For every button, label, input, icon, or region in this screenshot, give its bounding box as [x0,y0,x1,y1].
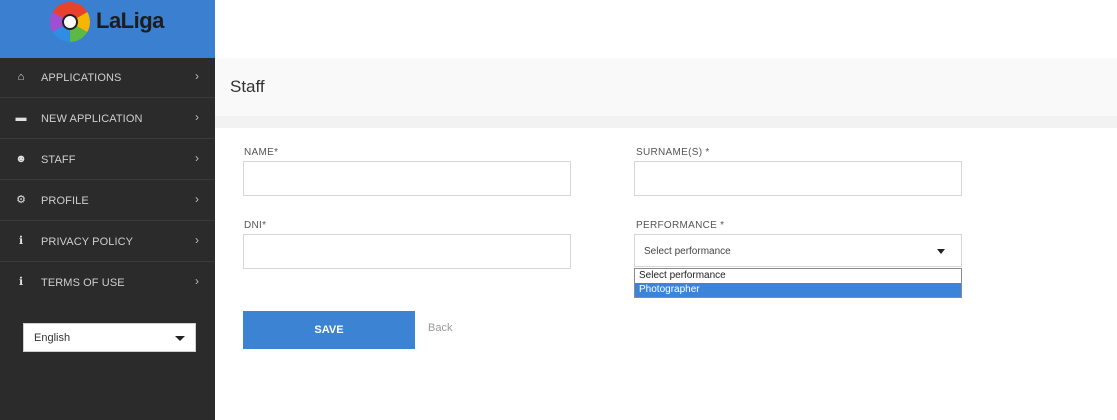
logo-area[interactable]: LaLiga [0,0,215,58]
info-icon: ℹ [18,235,24,247]
back-link[interactable]: Back [428,322,452,334]
add-user-icon: ☻ [15,153,27,165]
info-icon: ℹ [18,276,24,288]
chevron-right-icon: › [195,233,199,247]
caret-down-icon [937,249,945,254]
language-select[interactable]: English [23,323,196,352]
dni-label: DNI* [244,220,267,231]
sidebar-item-applications[interactable]: ⌂ APPLICATIONS › [0,58,215,98]
sidebar-item-label: TERMS OF USE [41,277,125,289]
sidebar-item-label: NEW APPLICATION [41,113,143,125]
dropdown-option-photographer[interactable]: Photographer [635,283,961,297]
sidebar-item-profile[interactable]: ⚙ PROFILE › [0,181,215,221]
save-button[interactable]: SAVE [243,311,415,349]
header-divider [215,116,1117,128]
gears-icon: ⚙ [16,194,26,206]
performance-select[interactable]: Select performance [634,234,962,267]
sidebar: LaLiga ⌂ APPLICATIONS › ▬ NEW APPLICATIO… [0,0,215,420]
performance-select-value: Select performance [644,246,731,257]
laliga-logo-icon [50,2,90,42]
home-icon: ⌂ [17,71,25,83]
chevron-right-icon: › [195,151,199,165]
sidebar-item-staff[interactable]: ☻ STAFF › [0,140,215,180]
name-field[interactable] [243,161,571,196]
surname-label: SURNAME(S) * [636,147,710,158]
performance-dropdown-list: Select performance Photographer [634,268,962,298]
sidebar-item-new-application[interactable]: ▬ NEW APPLICATION › [0,99,215,139]
sidebar-item-label: APPLICATIONS [41,72,122,84]
page-title: Staff [230,77,265,96]
sidebar-item-label: PROFILE [41,195,89,207]
sidebar-item-terms-of-use[interactable]: ℹ TERMS OF USE › [0,263,215,303]
briefcase-icon: ▬ [15,112,27,124]
chevron-right-icon: › [195,69,199,83]
performance-label: PERFORMANCE * [636,220,725,231]
surname-field[interactable] [634,161,962,196]
name-label: NAME* [244,147,279,158]
chevron-right-icon: › [195,274,199,288]
chevron-right-icon: › [195,110,199,124]
language-value: English [34,332,71,344]
dropdown-option-select-performance[interactable]: Select performance [635,269,961,283]
sidebar-item-label: PRIVACY POLICY [41,236,134,248]
sidebar-item-privacy-policy[interactable]: ℹ PRIVACY POLICY › [0,222,215,262]
logo-text: LaLiga [96,8,164,33]
sidebar-item-label: STAFF [41,154,76,166]
page-header: Staff [215,58,1117,116]
dni-field[interactable] [243,234,571,269]
caret-down-icon [175,336,185,341]
chevron-right-icon: › [195,192,199,206]
